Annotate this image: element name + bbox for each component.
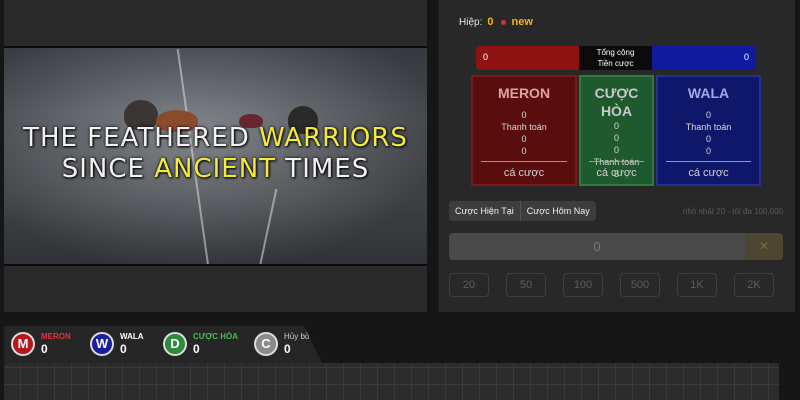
- tab-current-bets[interactable]: Cược Hiện Tại: [449, 201, 520, 221]
- wala-bet-button[interactable]: cá cược: [658, 167, 759, 179]
- meron-payout-label: Thanh toán: [501, 122, 547, 132]
- round-number: 0: [487, 16, 494, 28]
- meron-value: 0: [521, 110, 527, 120]
- wala-payout-label: Thanh toán: [685, 122, 732, 132]
- chip-500[interactable]: 500: [620, 273, 660, 297]
- total-label-line-2: Tiền cược: [597, 59, 634, 68]
- divider: [481, 161, 567, 162]
- caption-text: THE FEATHERED: [23, 123, 259, 153]
- tally-wala-label: WALA: [120, 332, 144, 341]
- bet-options: MERON 0 Thanh toán 0 0 cá cược CƯỢC HÒA …: [471, 75, 761, 186]
- tab-today-bets[interactable]: Cược Hôm Nay: [519, 201, 596, 221]
- tally-wala: W WALA 0: [90, 332, 144, 356]
- tally-wala-count: 0: [120, 342, 127, 356]
- tally-meron: M MERON 0: [11, 332, 71, 356]
- round-status: new: [511, 16, 533, 28]
- cancel-badge-icon: C: [254, 332, 278, 356]
- draw-value: 0: [613, 121, 619, 131]
- wala-title: WALA: [687, 85, 730, 101]
- meron-total: 0: [476, 46, 579, 70]
- wala-total: 0: [652, 46, 756, 70]
- tally-draw-count: 0: [193, 342, 200, 356]
- divider: [666, 161, 751, 162]
- caption-highlight: WARRIORS: [259, 123, 408, 153]
- draw-bet-box[interactable]: CƯỢC HÒA 0 0 0 Thanh toán 8 cá cược: [579, 75, 654, 186]
- tally-cancel-label: Hủy bỏ: [284, 332, 310, 341]
- wala-value: 0: [705, 110, 711, 120]
- video-caption-line-1: THE FEATHERED WARRIORS: [4, 123, 427, 153]
- draw-title-line-1: CƯỢC: [594, 85, 639, 101]
- live-video[interactable]: THE FEATHERED WARRIORS SINCE ANCIENT TIM…: [4, 46, 427, 266]
- wala-badge-icon: W: [90, 332, 114, 356]
- divider: [589, 161, 644, 162]
- tally-meron-label: MERON: [41, 332, 71, 341]
- draw-bet-button[interactable]: cá cược: [581, 167, 652, 179]
- bet-amount-input[interactable]: 0: [449, 233, 745, 260]
- total-bets-bar: 0 Tổng cộng Tiền cược 0: [476, 46, 756, 70]
- chip-2k[interactable]: 2K: [734, 273, 774, 297]
- wala-bet-value: 0: [705, 146, 711, 156]
- meron-badge-icon: M: [11, 332, 35, 356]
- clear-amount-button[interactable]: ✕: [745, 233, 783, 260]
- total-label-line-1: Tổng cộng: [596, 48, 635, 57]
- wala-payout-value: 0: [705, 134, 711, 144]
- round-indicator: Hiệp: 0 new: [459, 16, 533, 28]
- draw-title-line-2: HÒA: [600, 103, 633, 119]
- meron-bet-value: 0: [521, 146, 527, 156]
- betting-panel: Hiệp: 0 new 0 Tổng cộng Tiền cược 0 MERO…: [439, 0, 795, 312]
- meron-title: MERON: [497, 85, 551, 101]
- close-icon: ✕: [758, 239, 770, 253]
- chip-1k[interactable]: 1K: [677, 273, 717, 297]
- chip-100[interactable]: 100: [563, 273, 603, 297]
- status-dot-icon: [501, 19, 507, 25]
- meron-bet-button[interactable]: cá cược: [473, 167, 575, 179]
- caption-text: TIMES: [276, 154, 370, 184]
- video-caption-line-2: SINCE ANCIENT TIMES: [4, 154, 427, 184]
- bet-limits: nhỏ nhất 20 - tối đa 100,000: [682, 207, 783, 216]
- tally-draw: D CƯỢC HÒA 0: [163, 332, 238, 356]
- meron-bet-box[interactable]: MERON 0 Thanh toán 0 0 cá cược: [471, 75, 577, 186]
- draw-value: 0: [613, 145, 619, 155]
- chip-50[interactable]: 50: [506, 273, 546, 297]
- wala-bet-box[interactable]: WALA 0 Thanh toán 0 0 cá cược: [656, 75, 761, 186]
- draw-badge-icon: D: [163, 332, 187, 356]
- draw-value: 0: [613, 133, 619, 143]
- caption-highlight: ANCIENT: [154, 154, 277, 184]
- chip-selector: 20 50 100 500 1K 2K: [449, 273, 774, 297]
- tally-cancel-count: 0: [284, 342, 291, 356]
- results-history-grid: [4, 363, 779, 400]
- caption-text: SINCE: [61, 154, 155, 184]
- tally-meron-count: 0: [41, 342, 48, 356]
- tally-draw-label: CƯỢC HÒA: [193, 332, 239, 341]
- video-panel: THE FEATHERED WARRIORS SINCE ANCIENT TIM…: [4, 0, 427, 312]
- app-root: THE FEATHERED WARRIORS SINCE ANCIENT TIM…: [0, 0, 800, 400]
- meron-payout-value: 0: [521, 134, 527, 144]
- bet-history-tabs: Cược Hiện Tại Cược Hôm Nay: [449, 201, 596, 221]
- total-bets-label: Tổng cộng Tiền cược: [579, 46, 652, 70]
- round-label: Hiệp:: [459, 16, 483, 28]
- chip-20[interactable]: 20: [449, 273, 489, 297]
- result-tally: M MERON 0 W WALA 0 D CƯỢC HÒA 0 C Hủy bỏ: [4, 326, 322, 363]
- tally-cancel: C Hủy bỏ 0: [254, 332, 309, 356]
